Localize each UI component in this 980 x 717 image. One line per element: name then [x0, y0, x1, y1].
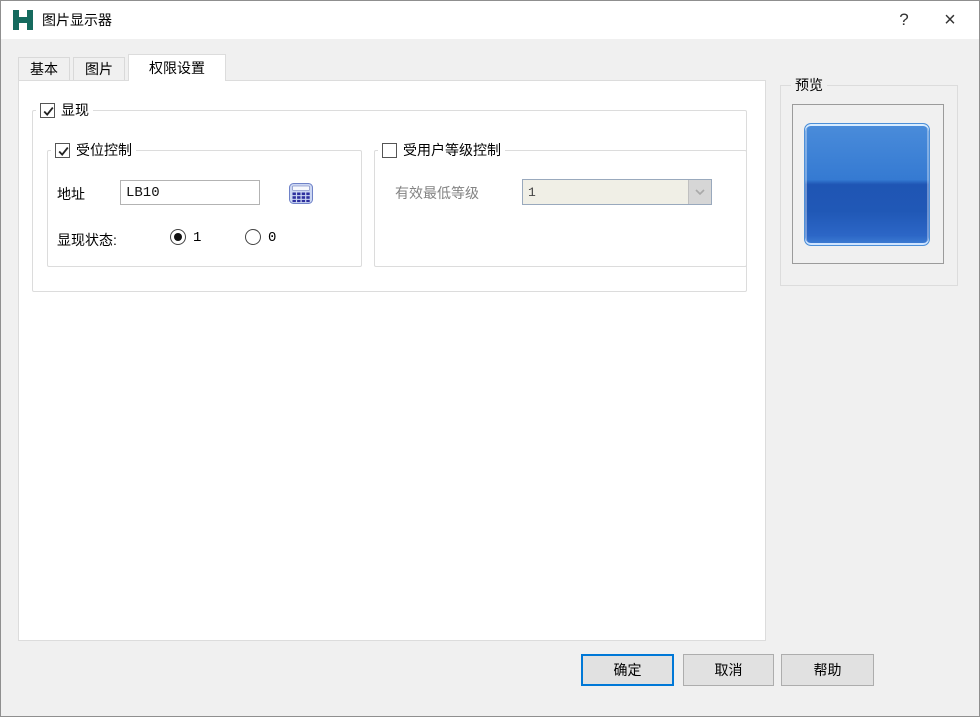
chevron-down-icon	[688, 180, 711, 204]
user-level-group	[374, 150, 747, 267]
bit-control-group-label: 受位控制	[51, 140, 136, 160]
tab-panel: 显现 受位控制 地址 LB10 显现状态: 1 0 受用户等级控制 有效最低等级…	[18, 80, 766, 641]
preview-image	[804, 123, 930, 246]
tab-permission-settings[interactable]: 权限设置	[128, 54, 226, 81]
visibility-label: 显现	[61, 102, 89, 118]
ok-button[interactable]: 确定	[581, 654, 674, 686]
user-level-group-label: 受用户等级控制	[378, 140, 505, 160]
visibility-checkbox[interactable]	[40, 102, 55, 118]
state-label: 显现状态:	[57, 232, 117, 248]
dialog-picture-display: 图片显示器 ? × 基本 图片 权限设置 显现 受位控制 地址 LB10 显现状…	[0, 0, 980, 717]
visibility-group-label: 显现	[36, 100, 93, 120]
h-logo-icon	[12, 9, 34, 31]
state-radio-1-label: 1	[193, 230, 202, 246]
help-icon[interactable]: ?	[883, 1, 925, 39]
window-title: 图片显示器	[42, 12, 112, 28]
user-level-label: 受用户等级控制	[403, 142, 501, 158]
min-level-label: 有效最低等级	[395, 185, 479, 201]
address-input[interactable]	[120, 180, 260, 205]
min-level-combobox[interactable]: 1	[522, 179, 712, 205]
cancel-button[interactable]: 取消	[683, 654, 774, 686]
help-button[interactable]: 帮助	[781, 654, 874, 686]
close-icon[interactable]: ×	[929, 1, 971, 39]
min-level-value: 1	[528, 184, 536, 200]
address-label: 地址	[57, 186, 85, 202]
bit-control-label: 受位控制	[76, 142, 132, 158]
bit-control-checkbox[interactable]	[55, 142, 70, 158]
state-radio-0[interactable]	[245, 229, 261, 245]
tab-basic[interactable]: 基本	[18, 57, 70, 81]
state-radio-1[interactable]	[170, 229, 186, 245]
state-radio-0-label: 0	[268, 230, 277, 246]
tab-picture[interactable]: 图片	[73, 57, 125, 81]
titlebar: 图片显示器 ? ×	[1, 1, 979, 39]
calculator-icon[interactable]	[289, 183, 313, 204]
user-level-checkbox[interactable]	[382, 142, 397, 158]
preview-group-label: 预览	[791, 75, 827, 95]
